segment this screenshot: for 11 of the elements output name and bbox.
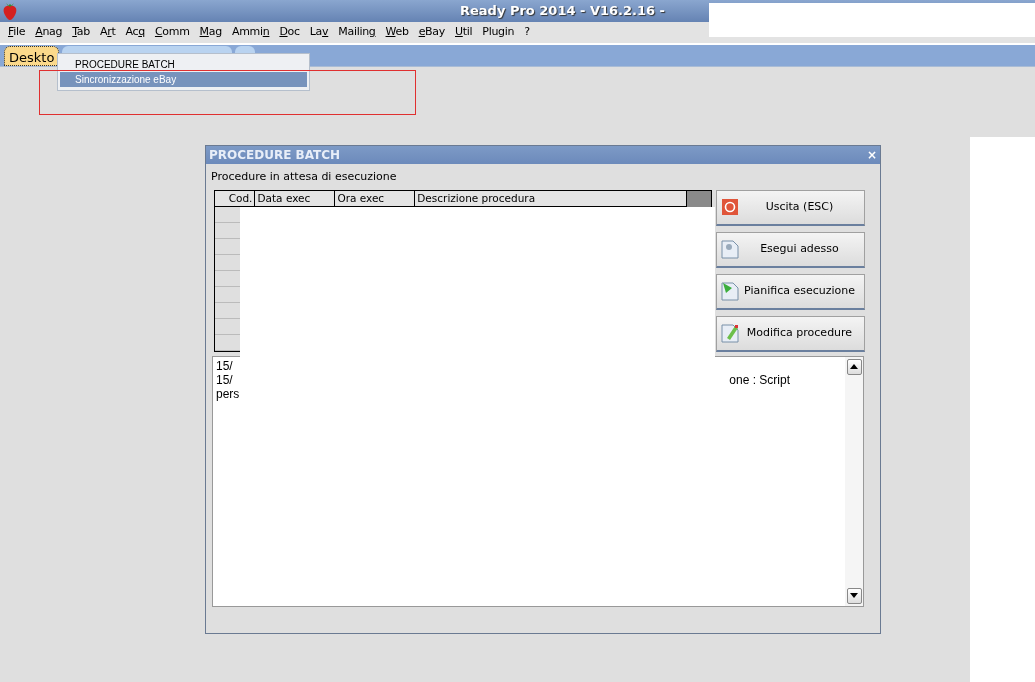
log-text: pers [216, 386, 240, 401]
dialog-title: PROCEDURE BATCH [209, 147, 341, 164]
column-header: Descrizione procedura [414, 190, 687, 207]
log-text: one : Script [729, 372, 790, 387]
log-text: 15/ [216, 358, 233, 373]
column-header: Ora exec [334, 190, 415, 207]
section-label: Procedure in attesa di esecuzione [211, 169, 398, 185]
column-header: Cod. [215, 190, 255, 207]
window-title: Ready Pro 2014 - V16.2.16 - [460, 2, 665, 21]
log-text: 15/ [216, 372, 233, 387]
column-header: Data exec [254, 190, 335, 207]
